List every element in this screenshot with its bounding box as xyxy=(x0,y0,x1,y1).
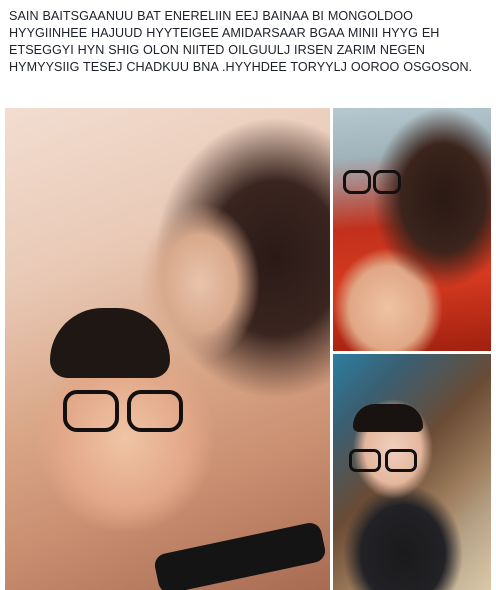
child-hair xyxy=(353,404,423,432)
post-card: SAIN BAITSGAANUU BAT ENERELIIN EEJ BAINA… xyxy=(0,0,496,590)
photo-top-right[interactable] xyxy=(333,108,491,351)
child-glasses xyxy=(63,390,193,432)
child-hair xyxy=(50,308,170,378)
child-glasses xyxy=(343,170,403,194)
phone xyxy=(152,520,328,590)
child-glasses xyxy=(349,449,419,472)
post-text: SAIN BAITSGAANUU BAT ENERELIIN EEJ BAINA… xyxy=(9,9,473,74)
photo-main[interactable] xyxy=(5,108,330,590)
photo-bottom-right[interactable] xyxy=(333,354,491,590)
